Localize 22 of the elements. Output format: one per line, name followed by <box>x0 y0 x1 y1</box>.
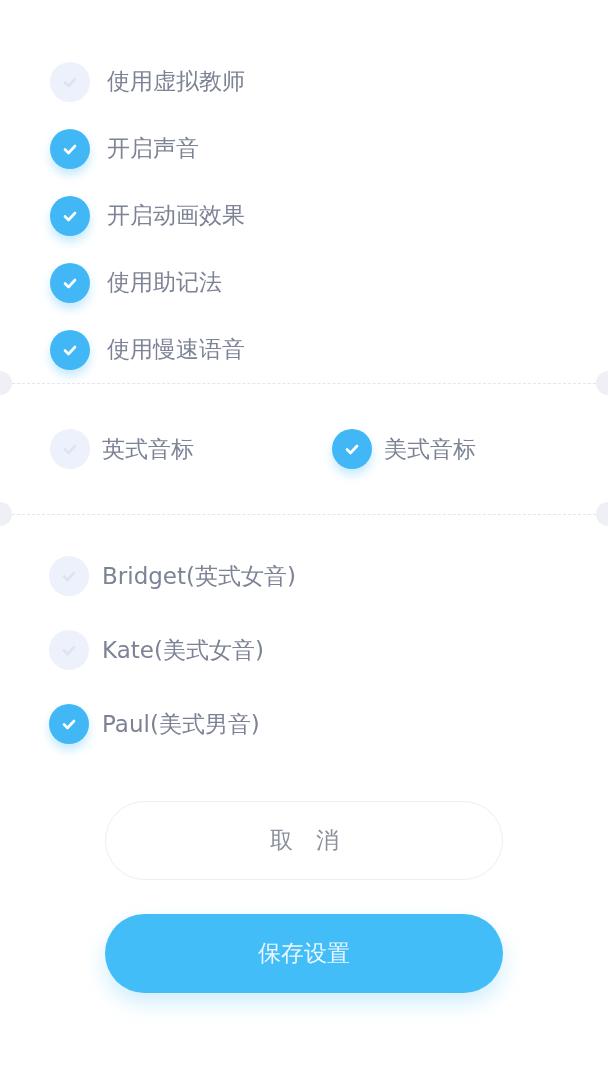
cancel-button[interactable]: 取 消 <box>105 801 503 880</box>
checkbox[interactable] <box>50 329 90 370</box>
option-label: 开启声音 <box>107 134 199 163</box>
checkbox[interactable] <box>50 429 90 469</box>
option-label: 开启动画效果 <box>107 201 245 230</box>
voice-label: Kate(美式女音) <box>102 635 264 665</box>
checkbox[interactable] <box>49 556 89 596</box>
option-label: 使用虚拟教师 <box>107 67 245 96</box>
option-label: 使用助记法 <box>107 268 222 297</box>
checkbox[interactable] <box>49 630 89 670</box>
checkbox[interactable] <box>332 429 372 469</box>
save-button[interactable]: 保存设置 <box>105 914 503 993</box>
checkbox[interactable] <box>50 128 90 169</box>
checkbox[interactable] <box>50 195 90 236</box>
checkbox[interactable] <box>50 262 90 303</box>
voice-label: Paul(美式男音) <box>102 709 260 739</box>
option-label: 英式音标 <box>102 434 194 464</box>
option-label: 美式音标 <box>384 434 476 464</box>
voice-label: Bridget(英式女音) <box>102 561 296 591</box>
option-label: 使用慢速语音 <box>107 335 245 364</box>
checkbox[interactable] <box>50 61 90 102</box>
checkbox[interactable] <box>49 704 89 744</box>
